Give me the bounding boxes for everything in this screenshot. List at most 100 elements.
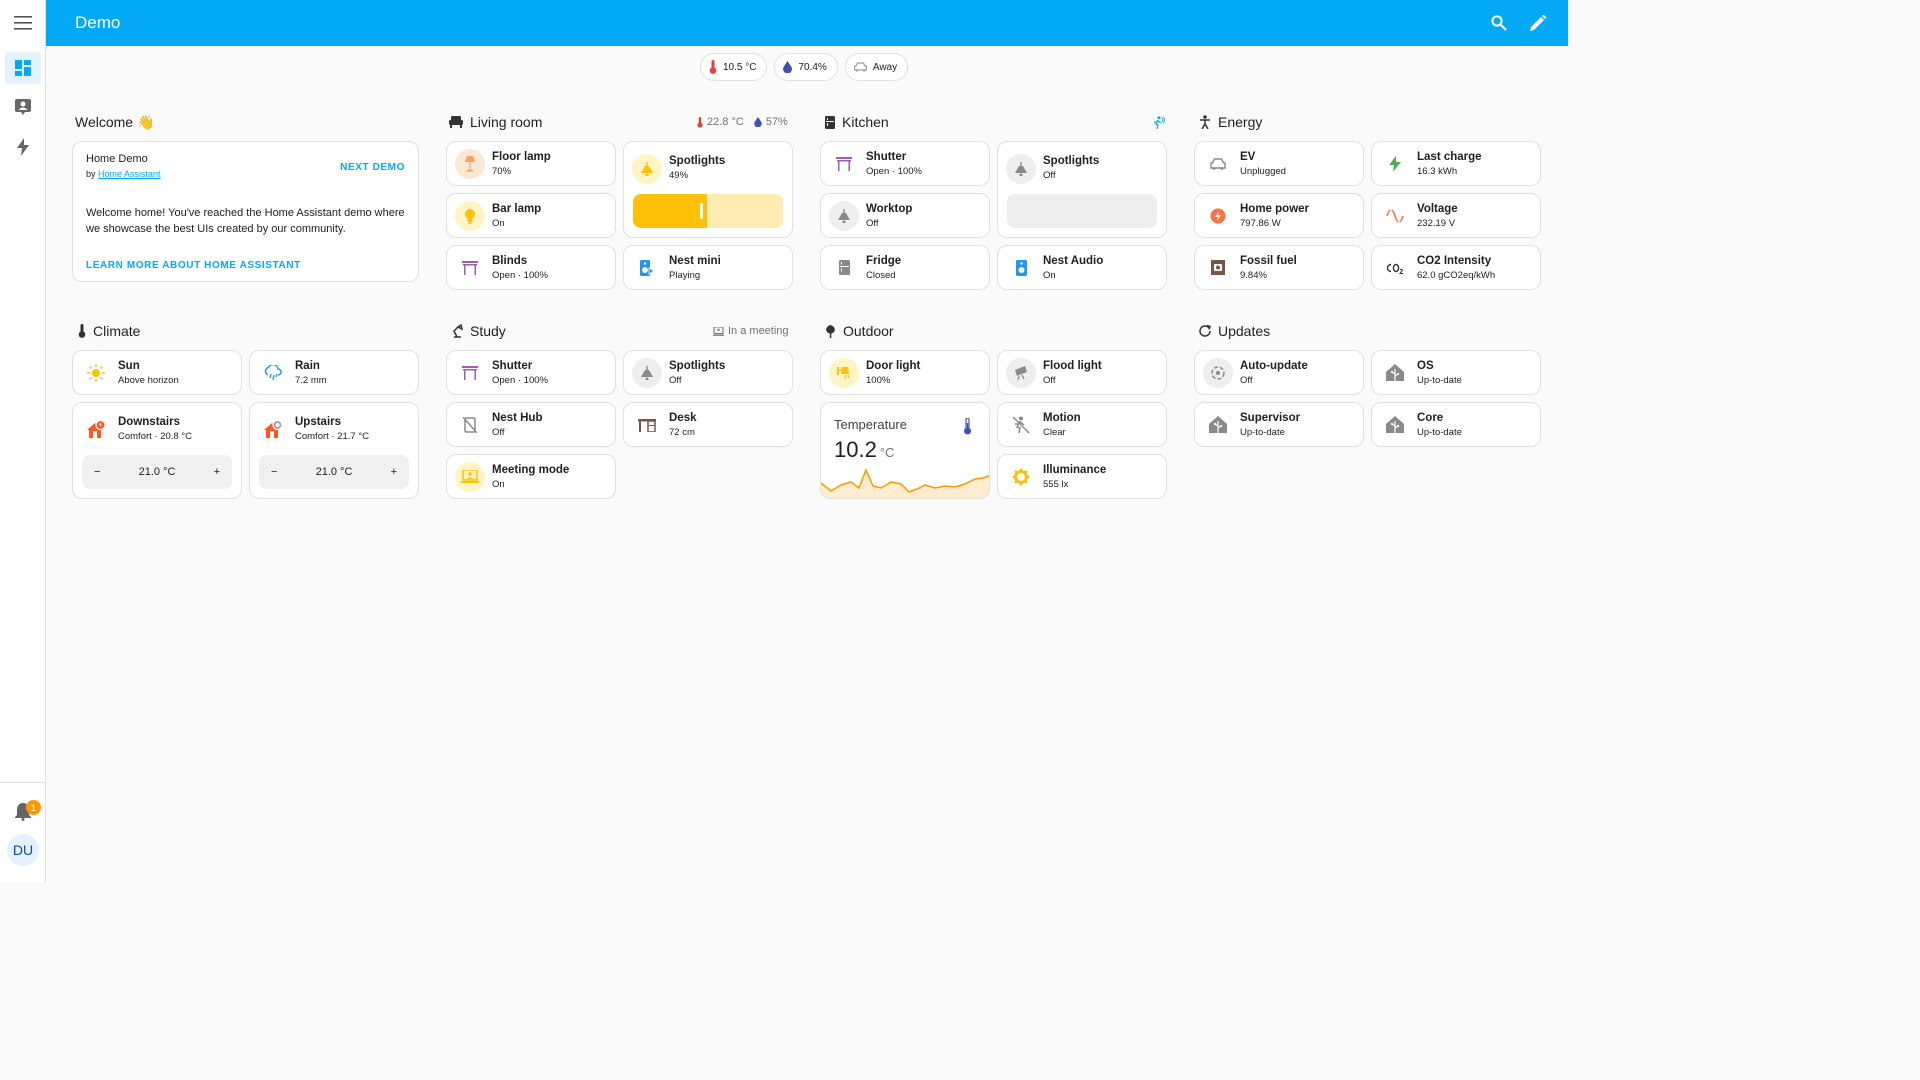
ceiling-light-icon[interactable] bbox=[1006, 154, 1036, 184]
section-title-study: Study bbox=[451, 323, 506, 339]
sensor-card-label: Temperature bbox=[834, 417, 907, 432]
floodlight-icon[interactable] bbox=[1006, 357, 1036, 388]
lightning-bolt-icon bbox=[1380, 149, 1410, 179]
section-title-living-room: Living room bbox=[449, 114, 542, 130]
laptop-account-icon[interactable] bbox=[455, 461, 485, 492]
tile-illuminance[interactable]: Illuminance 555 lx bbox=[997, 454, 1167, 499]
brightness-slider-handle[interactable] bbox=[699, 203, 703, 219]
badge-label: Away bbox=[872, 61, 898, 73]
sine-wave-icon bbox=[1380, 201, 1410, 231]
autorenew-icon[interactable] bbox=[1203, 357, 1233, 388]
kitchen-motion-icon bbox=[1152, 116, 1165, 129]
home-lightning-icon bbox=[1203, 201, 1233, 231]
badges-row: 10.5 °C 70.4% Away bbox=[700, 53, 909, 81]
ceiling-light-icon[interactable] bbox=[632, 154, 662, 184]
fridge-icon bbox=[829, 253, 859, 283]
tile-fridge[interactable]: Fridge Closed bbox=[820, 245, 990, 290]
overview-icon[interactable] bbox=[5, 52, 41, 84]
target-temperature-control: − 21.0 °C + bbox=[259, 455, 409, 489]
tile-home-power[interactable]: Home power 797.86 W bbox=[1194, 193, 1364, 238]
badge-outdoor-humidity[interactable]: 70.4% bbox=[774, 53, 838, 81]
learn-more-button[interactable]: LEARN MORE ABOUT HOME ASSISTANT bbox=[86, 260, 301, 271]
map-person-icon[interactable] bbox=[5, 91, 41, 123]
window-shutter-open-icon[interactable] bbox=[455, 253, 485, 283]
window-shutter-open-icon[interactable] bbox=[455, 358, 485, 388]
home-thermometer-icon[interactable] bbox=[81, 415, 111, 445]
tile-desk[interactable]: Desk 72 cm bbox=[623, 402, 793, 447]
lightbulb-icon[interactable] bbox=[455, 200, 485, 231]
tile-upstairs-thermostat[interactable]: Upstairs Comfort · 21.7 °C − 21.0 °C + bbox=[249, 402, 419, 499]
brightness-slider[interactable] bbox=[1007, 194, 1157, 228]
tile-ev[interactable]: EV Unplugged bbox=[1194, 141, 1364, 186]
home-assistant-icon bbox=[1380, 410, 1410, 440]
tile-blinds[interactable]: Blinds Open · 100% bbox=[446, 245, 616, 290]
living-room-climate-summary: 22.8 °C 57% bbox=[697, 116, 788, 128]
notification-badge: 1 bbox=[26, 800, 41, 815]
tile-os[interactable]: OS Up-to-date bbox=[1371, 350, 1541, 395]
next-demo-button[interactable]: NEXT DEMO bbox=[340, 162, 405, 173]
badge-outdoor-temperature[interactable]: 10.5 °C bbox=[700, 53, 768, 81]
tile-voltage[interactable]: Voltage 232.19 V bbox=[1371, 193, 1541, 238]
outdoor-lamp-icon[interactable] bbox=[829, 357, 859, 388]
tile-motion[interactable]: Motion Clear bbox=[997, 402, 1167, 447]
welcome-card: Home Demo by Home Assistant NEXT DEMO We… bbox=[72, 141, 419, 282]
increase-button[interactable]: + bbox=[214, 466, 220, 478]
fridge-icon bbox=[825, 115, 835, 129]
section-title-updates: Updates bbox=[1199, 323, 1270, 339]
badge-person-car[interactable]: Away bbox=[844, 53, 909, 81]
study-meeting-status: In a meeting bbox=[713, 325, 789, 337]
tile-kitchen-shutter[interactable]: Shutter Open · 100% bbox=[820, 141, 990, 186]
user-avatar[interactable]: DU bbox=[7, 834, 39, 866]
tile-kitchen-spotlights[interactable]: Spotlights Off bbox=[997, 141, 1167, 238]
brightness-slider-fill bbox=[633, 194, 707, 228]
tile-nest-audio[interactable]: Nest Audio On bbox=[997, 245, 1167, 290]
tablet-off-icon[interactable] bbox=[455, 410, 485, 440]
tile-bar-lamp[interactable]: Bar lamp On bbox=[446, 193, 616, 238]
menu-icon[interactable] bbox=[5, 7, 41, 39]
tile-core[interactable]: Core Up-to-date bbox=[1371, 402, 1541, 447]
target-temperature-control: − 21.0 °C + bbox=[82, 455, 232, 489]
increase-button[interactable]: + bbox=[391, 466, 397, 478]
sun-icon bbox=[81, 358, 111, 388]
tile-meeting-mode[interactable]: Meeting mode On bbox=[446, 454, 616, 499]
tree-icon bbox=[826, 324, 835, 338]
tile-door-light[interactable]: Door light 100% bbox=[820, 350, 990, 395]
tile-study-spotlights[interactable]: Spotlights Off bbox=[623, 350, 793, 395]
tile-nest-mini[interactable]: Nest mini Playing bbox=[623, 245, 793, 290]
decrease-button[interactable]: − bbox=[271, 466, 277, 478]
tile-last-charge[interactable]: Last charge 16.3 kWh bbox=[1371, 141, 1541, 186]
home-assistant-icon bbox=[1380, 358, 1410, 388]
tile-supervisor[interactable]: Supervisor Up-to-date bbox=[1194, 402, 1364, 447]
tile-downstairs-thermostat[interactable]: Downstairs Comfort · 20.8 °C − 21.0 °C + bbox=[72, 402, 242, 499]
tile-worktop[interactable]: Worktop Off bbox=[820, 193, 990, 238]
tile-study-shutter[interactable]: Shutter Open · 100% bbox=[446, 350, 616, 395]
brightness-icon bbox=[1006, 462, 1036, 492]
tile-rain[interactable]: Rain 7.2 mm bbox=[249, 350, 419, 395]
tile-auto-update[interactable]: Auto-update Off bbox=[1194, 350, 1364, 395]
tile-floor-lamp[interactable]: Floor lamp 70% bbox=[446, 141, 616, 186]
window-shutter-open-icon[interactable] bbox=[829, 149, 859, 179]
tile-sun[interactable]: Sun Above horizon bbox=[72, 350, 242, 395]
sensor-card-temperature[interactable]: Temperature 10.2 °C bbox=[820, 402, 990, 499]
tile-living-room-spotlights[interactable]: Spotlights 49% bbox=[623, 141, 793, 238]
brightness-slider[interactable] bbox=[633, 194, 783, 228]
ceiling-light-icon[interactable] bbox=[829, 200, 859, 231]
speaker-icon[interactable] bbox=[1006, 253, 1036, 283]
human-energy-icon bbox=[1200, 115, 1210, 129]
search-icon[interactable] bbox=[1487, 11, 1511, 35]
tile-fossil-fuel[interactable]: Fossil fuel 9.84% bbox=[1194, 245, 1364, 290]
floor-lamp-icon[interactable] bbox=[455, 148, 485, 179]
section-title-outdoor: Outdoor bbox=[825, 323, 894, 339]
edit-pencil-icon[interactable] bbox=[1526, 11, 1550, 35]
home-assistant-icon bbox=[1203, 410, 1233, 440]
tile-nest-hub[interactable]: Nest Hub Off bbox=[446, 402, 616, 447]
home-thermometer-icon[interactable] bbox=[258, 415, 288, 445]
tile-co2-intensity[interactable]: CO2 Intensity 62.0 gCO2eq/kWh bbox=[1371, 245, 1541, 290]
top-app-bar: Demo bbox=[46, 0, 1568, 46]
home-assistant-link[interactable]: Home Assistant bbox=[98, 169, 161, 179]
tile-flood-light[interactable]: Flood light Off bbox=[997, 350, 1167, 395]
energy-icon[interactable] bbox=[5, 131, 41, 163]
decrease-button[interactable]: − bbox=[94, 466, 100, 478]
ceiling-light-icon[interactable] bbox=[632, 357, 662, 388]
speaker-play-icon[interactable] bbox=[632, 253, 662, 283]
